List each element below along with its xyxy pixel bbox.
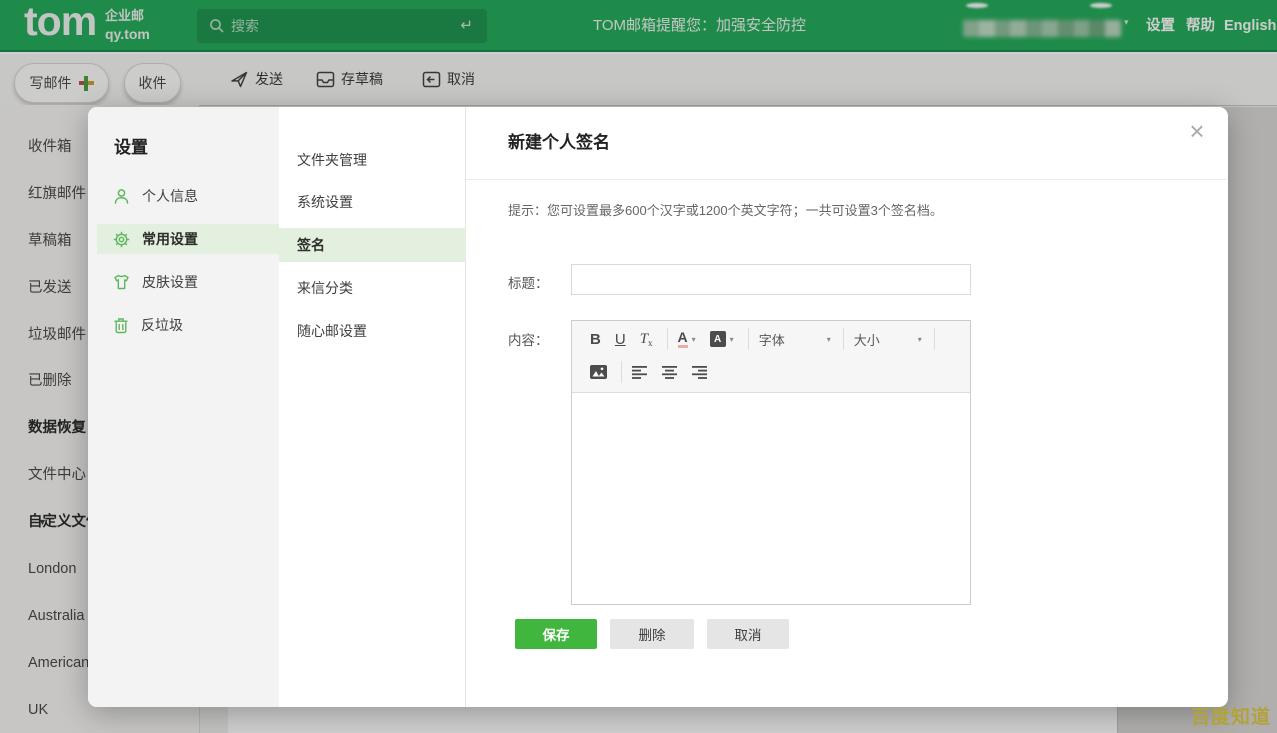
person-icon	[113, 188, 130, 205]
baidu-zhidao-watermark: 百度知道	[1191, 702, 1271, 729]
signature-editor: B U Tx A▾ A▾ 字体▾ 大小▾	[571, 320, 971, 605]
insert-image-button[interactable]	[590, 365, 607, 379]
align-right-button[interactable]	[692, 366, 708, 379]
caret-down-icon: ▾	[730, 335, 734, 344]
highlight-color-button[interactable]: A▾	[710, 331, 734, 347]
submenu-suixin-mail-settings[interactable]: 随心邮设置	[279, 314, 466, 348]
page: tom 企业邮 qy.tom ↵ TOM邮箱提醒您：加强安全防控 ▾ 设置 帮助…	[0, 0, 1277, 733]
align-center-button[interactable]	[662, 366, 678, 379]
panel-title: 新建个人签名	[508, 128, 610, 153]
toolbar-separator	[621, 361, 622, 383]
align-right-icon	[692, 366, 708, 379]
settings-modal: 设置 个人信息 常用设置 皮肤设置 反垃圾 文件夹管理 系统设置 签名	[88, 107, 1228, 707]
editor-toolbar: B U Tx A▾ A▾ 字体▾ 大小▾	[572, 321, 970, 393]
settings-title: 设置	[114, 133, 148, 158]
submenu-signature[interactable]: 签名	[279, 228, 466, 262]
menu-item-common-settings[interactable]: 常用设置	[97, 224, 279, 254]
gear-icon	[113, 231, 130, 248]
signature-hint: 提示：您可设置最多600个汉字或1200个英文字符；一共可设置3个签名档。	[508, 200, 943, 219]
menu-item-anti-spam[interactable]: 反垃圾	[97, 310, 279, 340]
toolbar-separator	[934, 328, 935, 350]
submenu-folder-management[interactable]: 文件夹管理	[279, 143, 466, 177]
caret-down-icon: ▾	[827, 335, 831, 344]
bold-button[interactable]: B	[590, 331, 601, 348]
title-field-label: 标题：	[508, 272, 549, 292]
title-divider	[466, 179, 1227, 180]
submenu-system-settings[interactable]: 系统设置	[279, 185, 466, 219]
shirt-icon	[113, 274, 130, 290]
font-family-dropdown[interactable]: 字体▾	[759, 330, 831, 349]
signature-title-input[interactable]	[571, 264, 971, 295]
save-button[interactable]: 保存	[515, 619, 597, 649]
close-icon[interactable]: ×	[1184, 119, 1210, 145]
menu-item-skin-settings[interactable]: 皮肤设置	[97, 267, 279, 297]
menu-item-personal-info[interactable]: 个人信息	[97, 181, 279, 211]
cancel-button[interactable]: 取消	[707, 619, 789, 649]
image-icon	[590, 365, 607, 379]
settings-menu-column: 设置 个人信息 常用设置 皮肤设置 反垃圾	[88, 107, 279, 707]
submenu-incoming-mail-classify[interactable]: 来信分类	[279, 271, 466, 305]
align-left-icon	[632, 366, 648, 379]
align-left-button[interactable]	[632, 366, 648, 379]
align-center-icon	[662, 366, 678, 379]
underline-button[interactable]: U	[615, 331, 626, 348]
signature-content-area[interactable]	[572, 393, 970, 604]
clear-format-button[interactable]: Tx	[640, 331, 653, 348]
trash-icon	[113, 317, 129, 334]
toolbar-separator	[843, 328, 844, 350]
settings-submenu-column: 文件夹管理 系统设置 签名 来信分类 随心邮设置	[279, 107, 466, 707]
toolbar-separator	[748, 328, 749, 350]
delete-button[interactable]: 删除	[610, 619, 694, 649]
caret-down-icon: ▾	[918, 335, 922, 344]
font-size-dropdown[interactable]: 大小▾	[854, 330, 922, 349]
toolbar-separator	[667, 328, 668, 350]
caret-down-icon: ▾	[692, 335, 696, 344]
signature-panel: 新建个人签名 × 提示：您可设置最多600个汉字或1200个英文字符；一共可设置…	[466, 107, 1228, 707]
font-color-button[interactable]: A▾	[678, 330, 696, 348]
content-field-label: 内容：	[508, 329, 549, 349]
